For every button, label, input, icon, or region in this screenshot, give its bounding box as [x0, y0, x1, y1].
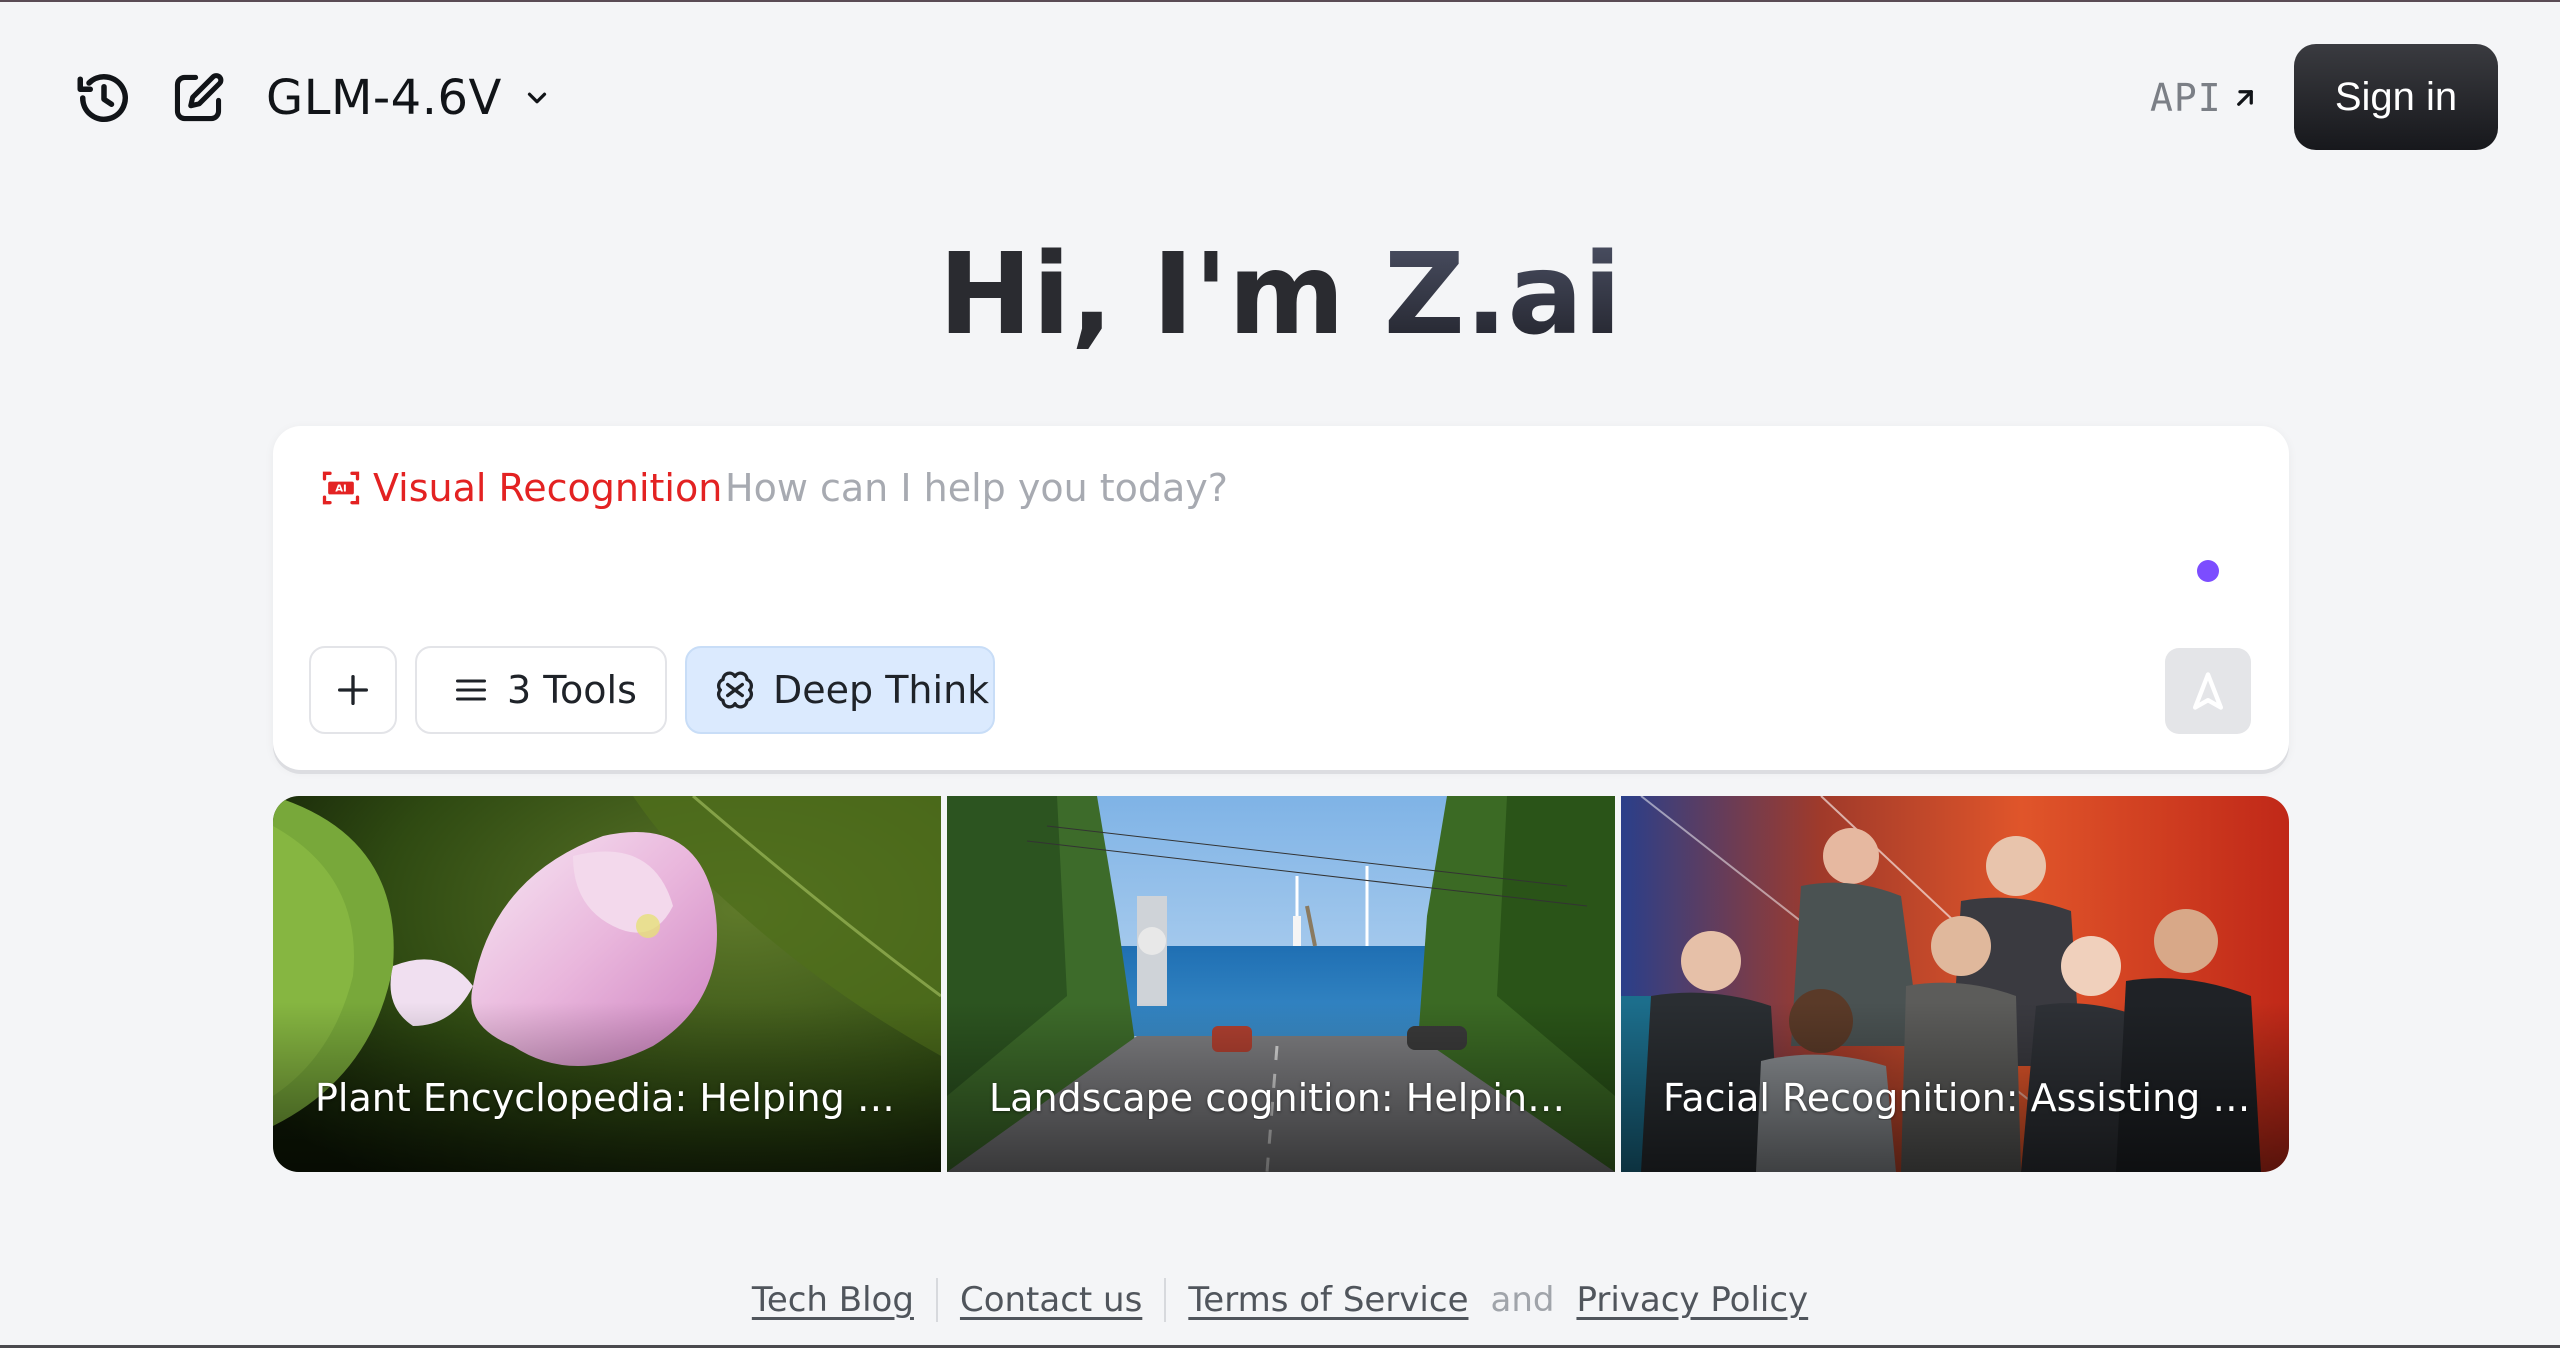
visual-recognition-mode-tag[interactable]: AI Visual Recognition [319, 458, 722, 518]
example-cards: Plant Encyclopedia: Helping yo... Landsc… [273, 796, 2289, 1172]
example-card-landscape[interactable]: Landscape cognition: Helping y... [947, 796, 1615, 1172]
chevron-down-icon [527, 92, 546, 104]
privacy-link[interactable]: Privacy Policy [1576, 1280, 1808, 1320]
deep-think-toggle[interactable]: Deep Think [685, 646, 995, 734]
footer-and-text: and [1490, 1280, 1555, 1320]
add-attachment-button[interactable] [309, 646, 397, 734]
example-card-plant[interactable]: Plant Encyclopedia: Helping yo... [273, 796, 941, 1172]
example-card-faces[interactable]: Facial Recognition: Assisting yo... [1621, 796, 2289, 1172]
sign-in-button[interactable]: Sign in [2294, 44, 2498, 150]
model-selector[interactable]: GLM-4.6V [266, 62, 552, 134]
footer: Tech Blog Contact us Terms of Service an… [0, 1270, 2560, 1330]
send-icon [2192, 672, 2224, 710]
tools-label: 3 Tools [507, 668, 637, 712]
voice-indicator-dot [2197, 560, 2219, 582]
top-bar: GLM-4.6V API Sign in [0, 2, 2560, 192]
prompt-input[interactable] [725, 454, 2205, 522]
arrow-up-right-icon [2236, 90, 2253, 106]
contact-link[interactable]: Contact us [960, 1280, 1142, 1320]
send-button[interactable] [2165, 648, 2251, 734]
footer-divider [935, 1278, 938, 1322]
tools-button[interactable]: 3 Tools [415, 646, 667, 734]
tech-blog-link[interactable]: Tech Blog [752, 1280, 914, 1320]
page-title: Hi, I'm Z.ai [0, 230, 2560, 360]
card-caption: Plant Encyclopedia: Helping yo... [315, 1076, 915, 1120]
plus-icon [338, 675, 368, 705]
mode-label: Visual Recognition [373, 466, 723, 510]
tool-row: 3 Tools Deep Think [309, 646, 995, 734]
terms-link[interactable]: Terms of Service [1188, 1280, 1468, 1320]
new-chat-button[interactable] [166, 66, 230, 130]
api-label: API [2150, 76, 2222, 120]
api-link[interactable]: API [2150, 70, 2260, 126]
brand-text: Z.ai [1383, 230, 1622, 360]
ai-scan-icon: AI [322, 471, 360, 505]
deep-think-icon [717, 671, 753, 709]
model-name: GLM-4.6V [266, 70, 502, 126]
chat-input-card: AI Visual Recognition 3 Tools Deep Think [273, 426, 2289, 770]
greeting-text: Hi, I'm [938, 230, 1384, 360]
svg-text:AI: AI [335, 484, 347, 495]
footer-divider [1164, 1278, 1167, 1322]
history-button[interactable] [72, 66, 136, 130]
new-chat-icon [174, 73, 224, 122]
deep-think-label: Deep Think [773, 668, 990, 712]
card-caption: Landscape cognition: Helping y... [989, 1076, 1589, 1120]
card-caption: Facial Recognition: Assisting yo... [1663, 1076, 2263, 1120]
history-icon [77, 74, 128, 123]
list-icon [456, 679, 486, 701]
